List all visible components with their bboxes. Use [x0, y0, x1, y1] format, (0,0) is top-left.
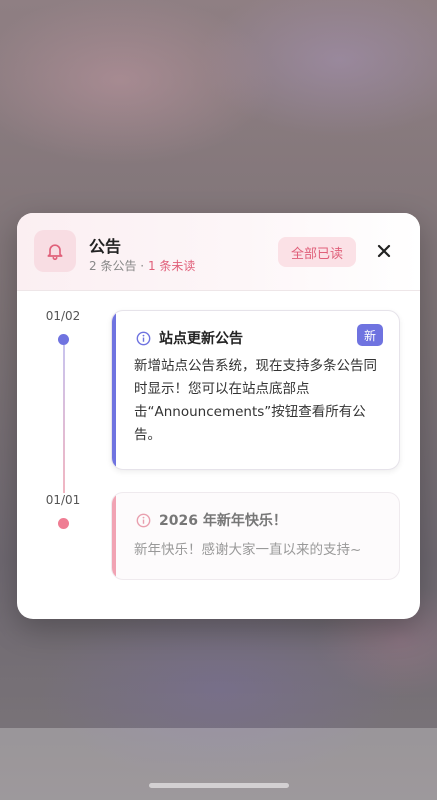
- announcement-count: 2 条公告: [89, 259, 137, 273]
- bell-icon: [47, 244, 63, 261]
- card-title: 2026 年新年快乐！: [159, 513, 287, 529]
- background-bottom-bar: [0, 728, 437, 800]
- modal-header: 公告 2 条公告 · 1 条未读 全部已读: [17, 213, 420, 291]
- card-header: 站点更新公告: [136, 328, 243, 348]
- modal-title: 公告: [89, 237, 122, 256]
- card-body: 新增站点公告系统，现在支持多条公告同时显示！您可以在站点底部点击“Announc…: [134, 358, 377, 443]
- info-icon: [136, 513, 151, 527]
- card-title: 站点更新公告: [159, 331, 243, 347]
- announcement-modal: 公告 2 条公告 · 1 条未读 全部已读 01/02 01/01 站点更新公告…: [17, 213, 420, 619]
- close-icon: [377, 244, 391, 258]
- close-button[interactable]: [372, 239, 396, 263]
- info-icon: [136, 331, 151, 345]
- new-badge: 新: [357, 324, 383, 346]
- announcement-card[interactable]: 站点更新公告 新 新增站点公告系统，现在支持多条公告同时显示！您可以在站点底部点…: [111, 310, 400, 470]
- home-indicator: [148, 783, 289, 788]
- subtitle-separator: ·: [140, 259, 145, 273]
- card-body: 新年快乐！感谢大家一直以来的支持~: [134, 542, 362, 558]
- card-header: 2026 年新年快乐！: [136, 510, 287, 530]
- card-accent-bar: [112, 311, 116, 469]
- modal-subtitle: 2 条公告 · 1 条未读: [89, 257, 195, 274]
- timeline-dot: [58, 518, 69, 529]
- bell-icon-container: [34, 230, 76, 272]
- unread-count: 1 条未读: [147, 259, 196, 273]
- mark-all-read-button[interactable]: 全部已读: [278, 237, 357, 267]
- announcement-card[interactable]: 2026 年新年快乐！ 新年快乐！感谢大家一直以来的支持~: [111, 492, 400, 580]
- timeline-dot: [58, 334, 69, 345]
- card-accent-bar: [112, 493, 116, 579]
- timeline-line: [63, 345, 65, 493]
- timeline-date: 01/02: [45, 309, 81, 323]
- timeline-date: 01/01: [45, 493, 81, 507]
